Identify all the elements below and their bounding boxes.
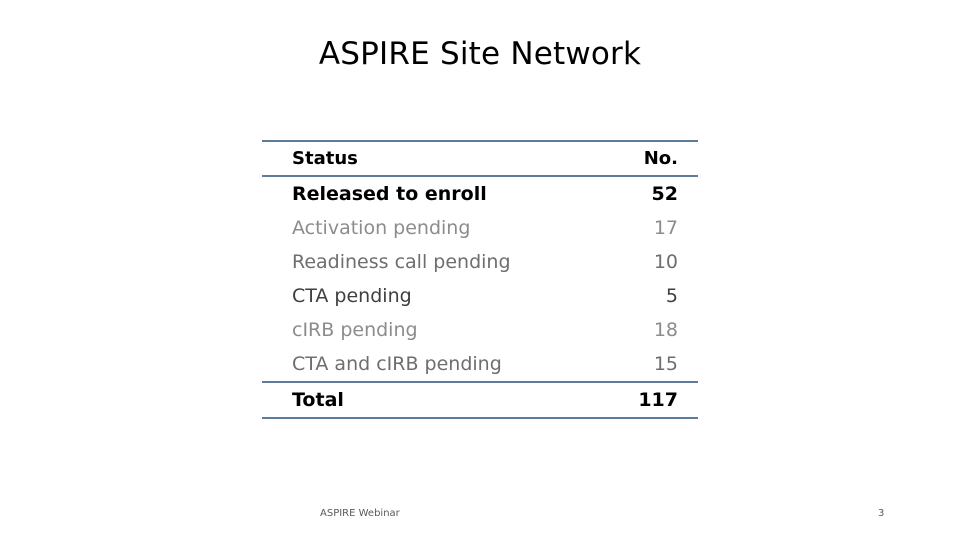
cell-total-value: 117 <box>567 381 698 419</box>
cell-no: 15 <box>653 353 678 375</box>
table-row: cIRB pending 18 <box>262 313 698 347</box>
table-row: Activation pending 17 <box>262 211 698 245</box>
cell-status: Activation pending <box>292 217 471 239</box>
cell-no: 52 <box>651 183 678 205</box>
table-row: CTA and cIRB pending 15 <box>262 347 698 382</box>
table-row: Released to enroll 52 <box>262 176 698 211</box>
cell-no: 17 <box>653 217 678 239</box>
status-table: Status No. Released to enroll 52 Activat… <box>262 140 698 419</box>
status-table-container: Status No. Released to enroll 52 Activat… <box>262 140 698 419</box>
table-row: Readiness call pending 10 <box>262 245 698 279</box>
cell-no: 18 <box>653 319 678 341</box>
footer-text: ASPIRE Webinar <box>320 508 400 519</box>
column-header-no: No. <box>567 140 698 177</box>
page-title: ASPIRE Site Network <box>318 36 642 72</box>
table-head: Status No. <box>262 140 698 177</box>
table-row: CTA pending 5 <box>262 279 698 313</box>
table-header-row: Status No. <box>262 140 698 177</box>
page-number: 3 <box>878 508 885 519</box>
cell-total-label: Total <box>262 381 568 419</box>
cell-status: Released to enroll <box>292 183 487 205</box>
cell-status: Readiness call pending <box>292 251 511 273</box>
cell-no: 10 <box>653 251 678 273</box>
cell-status: cIRB pending <box>292 319 418 341</box>
cell-status: CTA pending <box>292 285 412 307</box>
slide-canvas: ASPIRE Site Network Status No. Released … <box>0 0 960 540</box>
cell-status: CTA and cIRB pending <box>292 353 502 375</box>
column-header-status: Status <box>262 140 568 177</box>
table-body: Released to enroll 52 Activation pending… <box>262 176 698 419</box>
table-total-row: Total 117 <box>262 381 698 419</box>
cell-no: 5 <box>665 285 678 307</box>
